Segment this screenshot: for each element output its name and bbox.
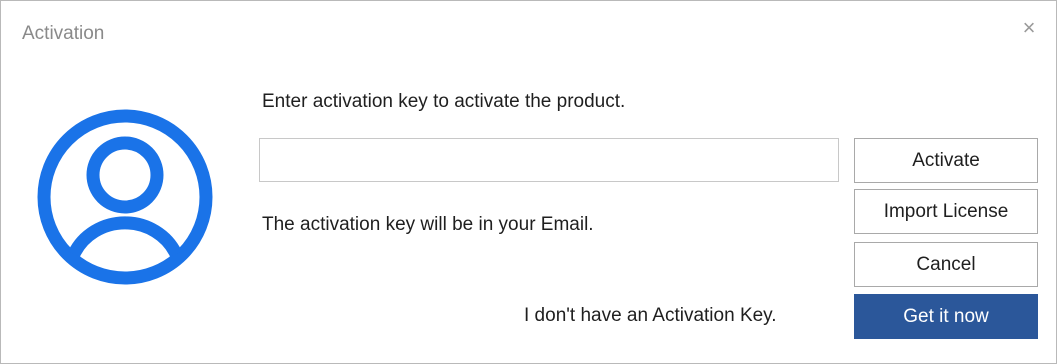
no-key-label: I don't have an Activation Key.	[524, 305, 777, 326]
dialog-title: Activation	[22, 23, 105, 44]
user-circle-icon	[37, 109, 213, 285]
activate-button[interactable]: Activate	[854, 138, 1038, 183]
cancel-button[interactable]: Cancel	[854, 242, 1038, 287]
activation-prompt: Enter activation key to activate the pro…	[262, 91, 626, 112]
close-icon[interactable]: ×	[1016, 15, 1042, 41]
get-it-now-button[interactable]: Get it now	[854, 294, 1038, 339]
import-license-button[interactable]: Import License	[854, 189, 1038, 234]
email-hint: The activation key will be in your Email…	[262, 214, 594, 235]
activation-dialog: Activation × Enter activation key to act…	[0, 0, 1057, 364]
activation-key-input[interactable]	[259, 138, 839, 182]
